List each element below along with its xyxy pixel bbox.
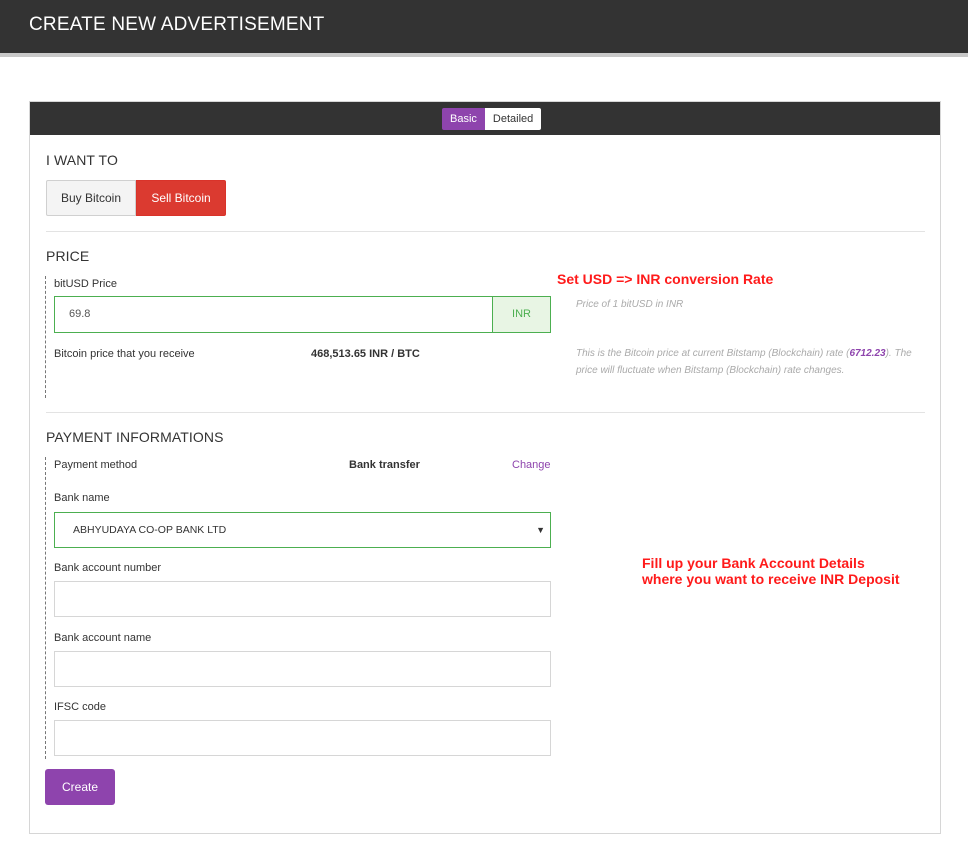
create-button[interactable]: Create: [45, 769, 115, 805]
receive-price-label: Bitcoin price that you receive: [54, 348, 195, 360]
detailed-mode-button[interactable]: Detailed: [484, 108, 542, 130]
buy-bitcoin-button[interactable]: Buy Bitcoin: [46, 180, 136, 216]
sell-bitcoin-button[interactable]: Sell Bitcoin: [136, 180, 226, 216]
rate-help-prefix: This is the Bitcoin price at current Bit…: [576, 348, 850, 359]
price-heading: PRICE: [46, 248, 90, 264]
bitusd-price-input[interactable]: 69.8: [54, 296, 492, 333]
advertisement-form-panel: Basic Detailed I WANT TO Buy Bitcoin Sel…: [29, 101, 941, 834]
bank-account-number-input[interactable]: [54, 581, 551, 617]
trade-type-toggle: Buy Bitcoin Sell Bitcoin: [46, 180, 226, 216]
bitusd-price-label: bitUSD Price: [54, 278, 117, 290]
rate-help: This is the Bitcoin price at current Bit…: [576, 345, 916, 379]
ifsc-code-label: IFSC code: [54, 701, 106, 713]
payment-section-guide: [45, 457, 46, 759]
bank-account-name-input[interactable]: [54, 651, 551, 687]
receive-price-value: 468,513.65 INR / BTC: [311, 348, 420, 360]
mode-toggle: Basic Detailed: [442, 108, 542, 130]
bank-name-label: Bank name: [54, 492, 110, 504]
divider: [46, 412, 925, 413]
ifsc-code-input[interactable]: [54, 720, 551, 756]
conversion-rate-annotation: Set USD => INR conversion Rate: [557, 271, 774, 287]
top-bar: CREATE NEW ADVERTISEMENT: [0, 0, 968, 57]
currency-addon: INR: [492, 296, 551, 333]
bank-name-select[interactable]: ABHYUDAYA CO-OP BANK LTD ▼: [54, 512, 551, 548]
payment-heading: PAYMENT INFORMATIONS: [46, 429, 224, 445]
i-want-to-heading: I WANT TO: [46, 152, 118, 168]
payment-method-label: Payment method: [54, 459, 138, 471]
panel-header: Basic Detailed: [30, 102, 940, 135]
bank-details-annotation: Fill up your Bank Account Details where …: [642, 555, 900, 587]
basic-mode-button[interactable]: Basic: [442, 108, 485, 130]
bank-details-annotation-line1: Fill up your Bank Account Details: [642, 555, 865, 571]
bank-details-annotation-line2: where you want to receive INR Deposit: [642, 571, 900, 587]
change-payment-method-link[interactable]: Change: [512, 459, 551, 471]
page-title: CREATE NEW ADVERTISEMENT: [29, 14, 325, 35]
rate-value: 6712.23: [849, 348, 886, 359]
divider: [46, 231, 925, 232]
bitusd-price-help: Price of 1 bitUSD in INR: [576, 299, 684, 310]
caret-down-icon: ▼: [536, 525, 545, 535]
price-section-guide: [45, 276, 46, 398]
bank-name-selected: ABHYUDAYA CO-OP BANK LTD: [73, 524, 227, 536]
payment-method-value: Bank transfer: [349, 459, 420, 471]
bank-account-name-label: Bank account name: [54, 632, 152, 644]
bank-account-number-label: Bank account number: [54, 562, 162, 574]
